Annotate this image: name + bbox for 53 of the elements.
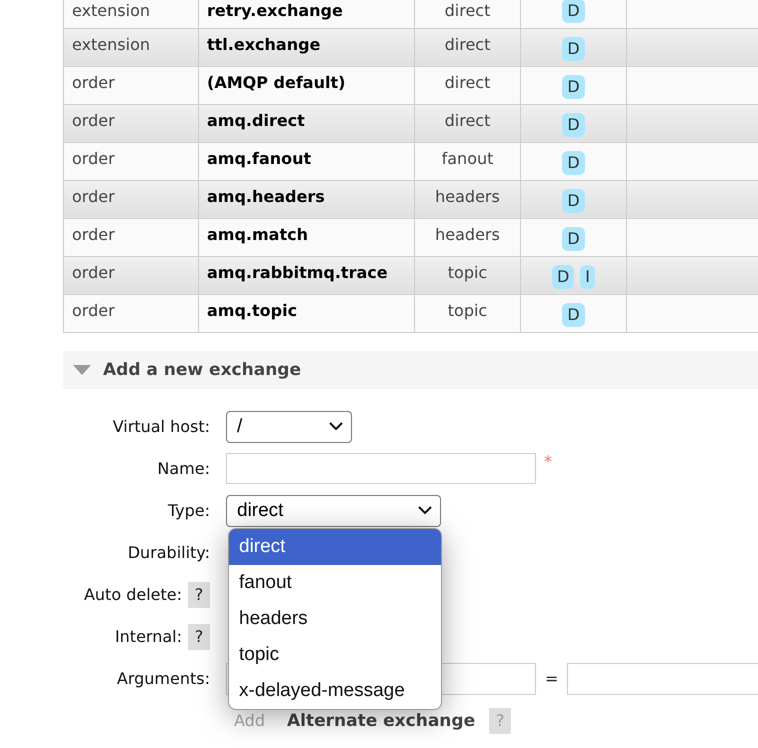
feature-badge: D [562, 0, 585, 23]
chevron-icon [418, 506, 432, 515]
feature-badge: D [562, 150, 585, 174]
feature-badge: D [562, 36, 585, 60]
name-input[interactable] [226, 453, 536, 484]
vhost-cell: order [72, 300, 115, 320]
feature-badge: D [562, 112, 585, 136]
field-label: Type: [168, 501, 210, 520]
dropdown-option[interactable]: headers [229, 600, 441, 636]
vhost-cell: order [72, 72, 115, 92]
vhost-cell: order [72, 110, 115, 130]
required-mark: * [544, 452, 552, 470]
type-cell: direct [444, 110, 490, 130]
type-select[interactable]: direct [226, 494, 441, 526]
equals-sign: = [545, 669, 558, 688]
vhost-cell: order [72, 148, 115, 168]
field-label: Name: [157, 459, 210, 478]
type-cell: direct [444, 34, 490, 54]
feature-badge: D [562, 74, 585, 98]
vhost-cell: order [72, 224, 115, 244]
field-label: Durability: [128, 543, 210, 562]
feature-badge: I [580, 264, 596, 288]
section-header[interactable]: Add a new exchange [63, 350, 758, 388]
field-label: Auto delete: [84, 585, 182, 604]
dropdown-option[interactable]: x-delayed-message [229, 672, 441, 708]
alternate-exchange-label: Alternate exchange [286, 710, 476, 730]
type-cell: direct [444, 1, 490, 20]
field-label: Arguments: [116, 669, 210, 688]
help-button[interactable]: ? [188, 582, 210, 608]
vhost-cell: extension [72, 1, 150, 20]
type-cell: direct [444, 72, 490, 92]
argument-value-input[interactable] [567, 662, 758, 694]
vhost-cell: order [72, 262, 115, 282]
type-cell: headers [435, 186, 500, 206]
section-title: Add a new exchange [103, 360, 302, 380]
dropdown-option[interactable]: direct [229, 528, 441, 564]
feature-badge: D [562, 302, 585, 326]
field-label: Virtual host: [112, 417, 210, 436]
type-cell: topic [448, 262, 488, 282]
select-field[interactable]: / [226, 410, 352, 442]
type-cell: headers [435, 224, 500, 244]
type-cell: fanout [442, 148, 494, 168]
feature-badge: D [552, 264, 574, 288]
feature-badge: D [562, 188, 585, 212]
field-label: Internal: [114, 627, 182, 646]
help-button[interactable]: ? [188, 624, 210, 650]
dropdown-option[interactable]: fanout [229, 564, 441, 600]
feature-badge: D [562, 226, 585, 250]
type-cell: topic [448, 300, 488, 320]
vhost-cell: order [72, 186, 115, 206]
chevron-icon [329, 422, 343, 431]
dropdown-option[interactable]: topic [229, 636, 441, 672]
vhost-cell: extension [72, 34, 150, 54]
